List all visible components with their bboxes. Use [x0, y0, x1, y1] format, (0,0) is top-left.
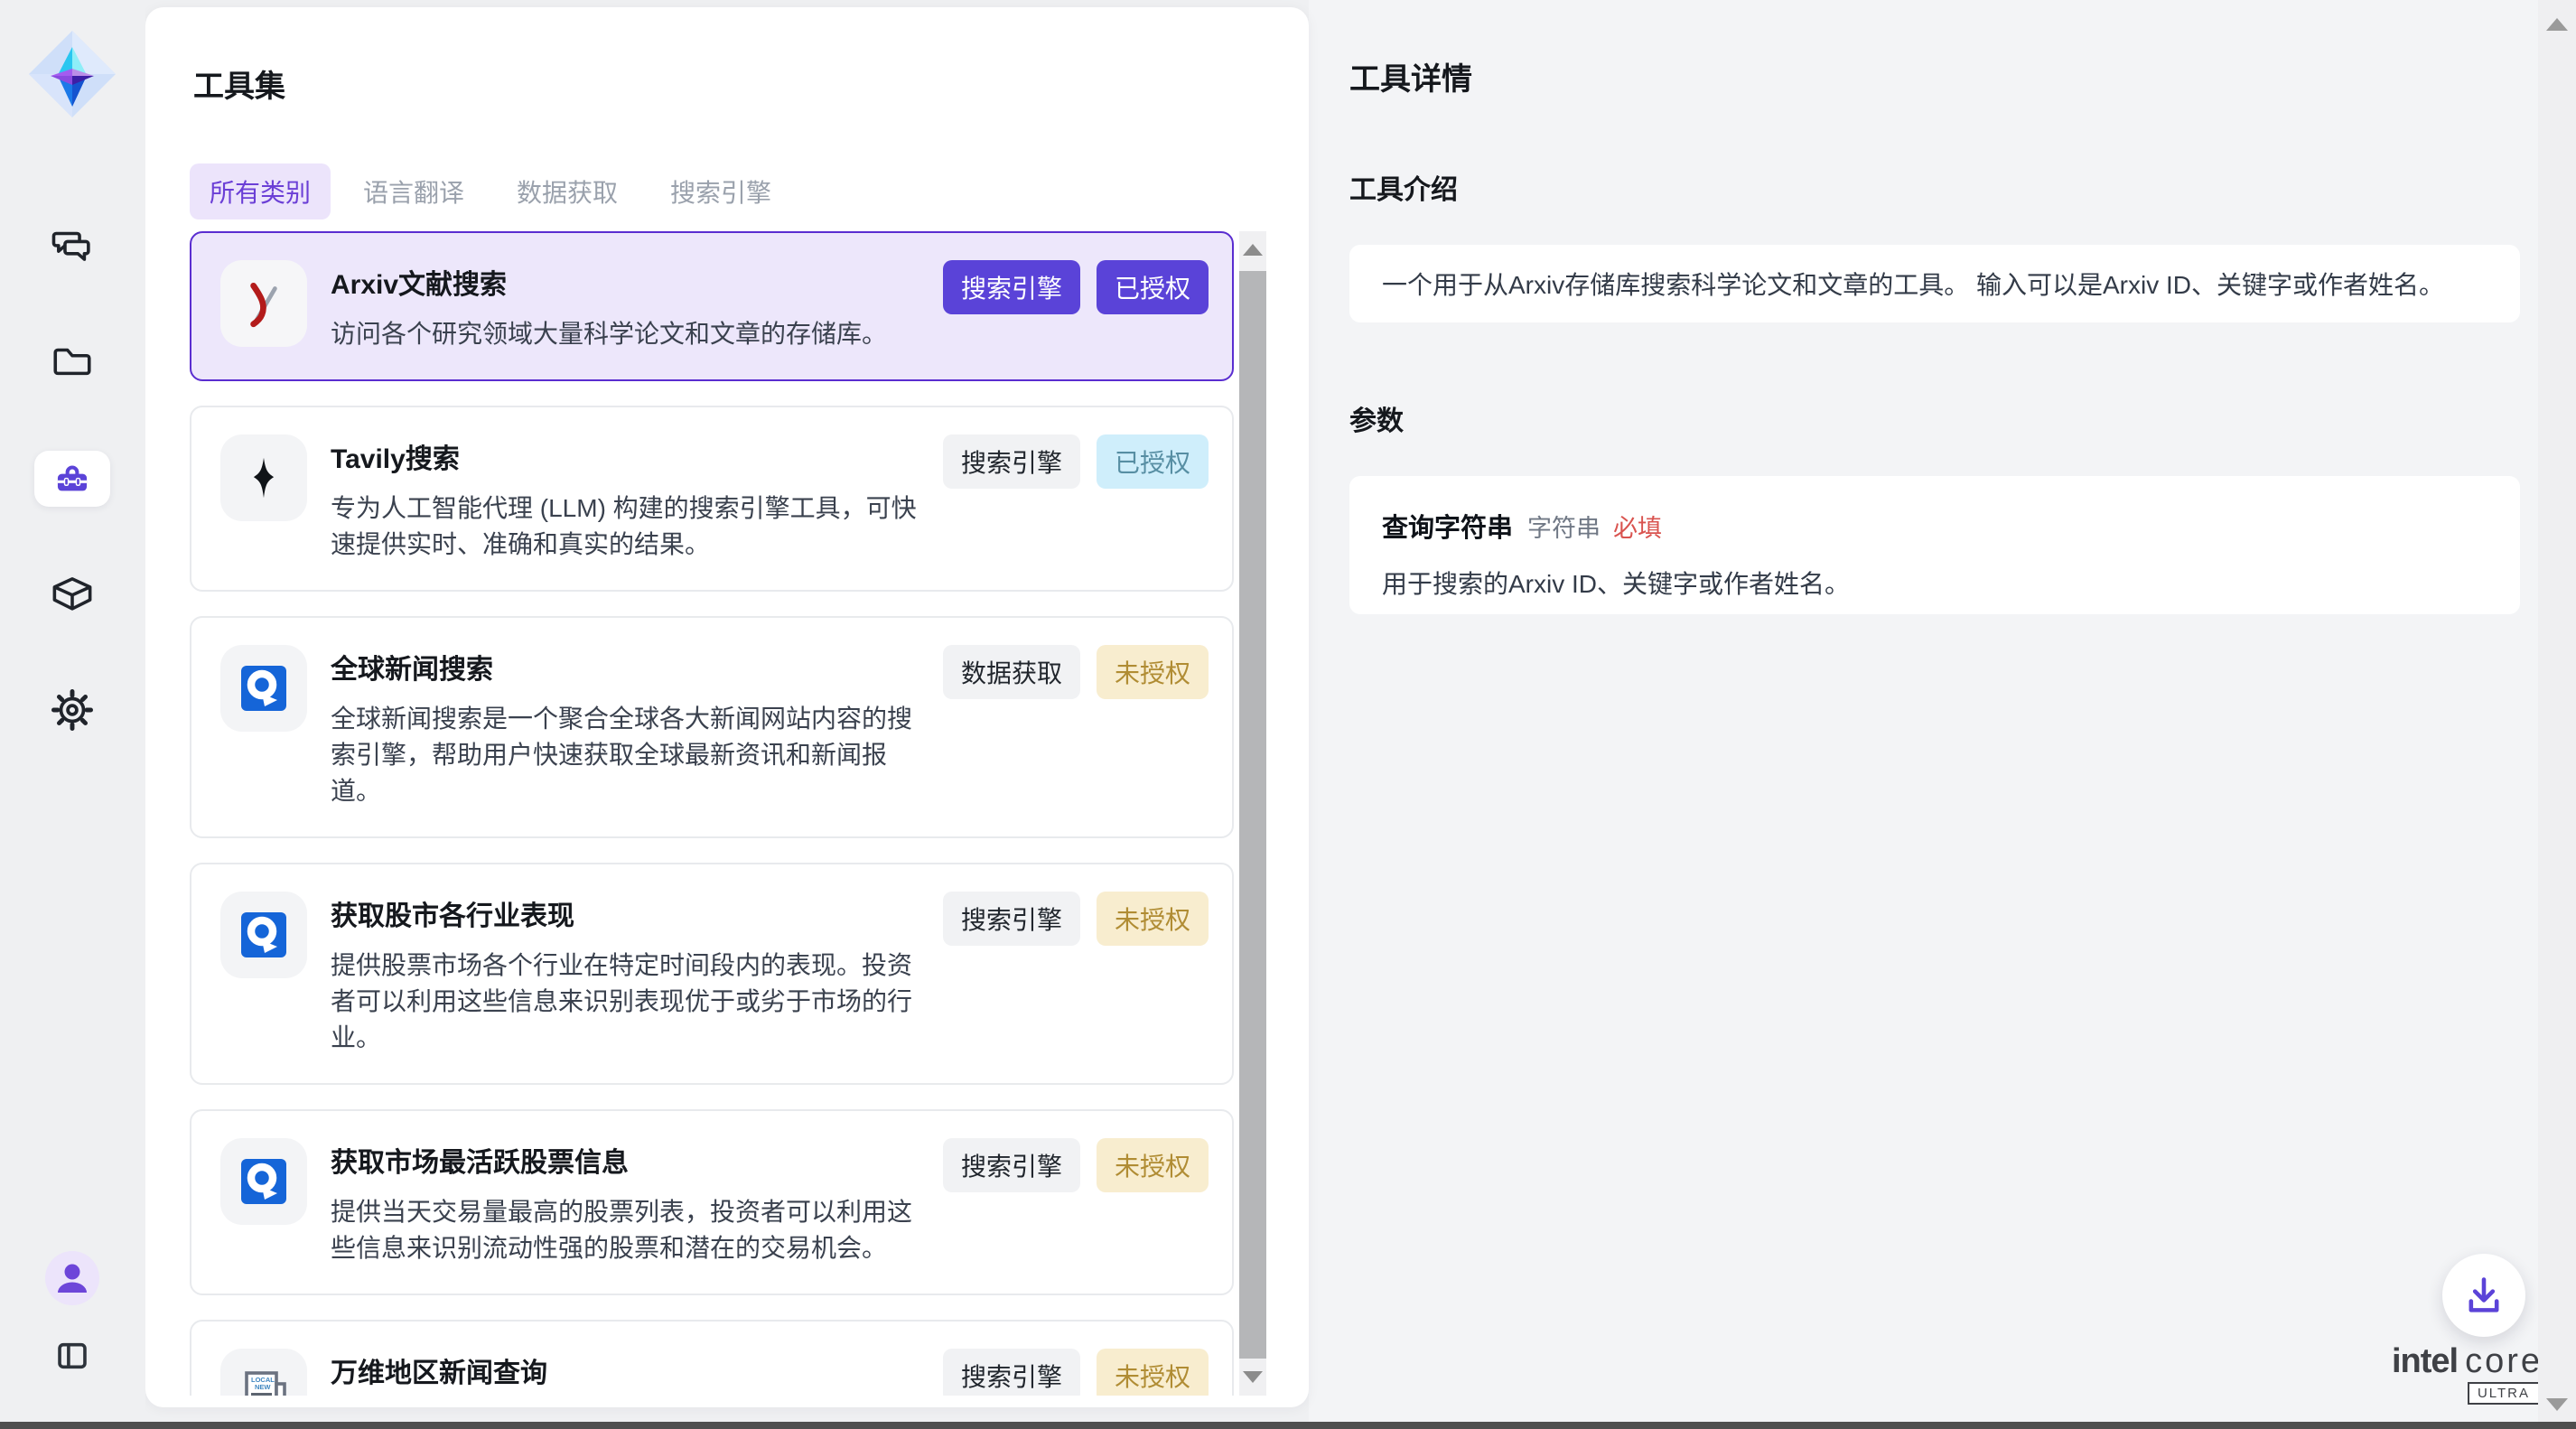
intel-core-ultra-logo: intel core ULTRA [2392, 1342, 2536, 1381]
page-title: 工具集 [193, 61, 285, 106]
category-badge: 搜索引擎 [943, 260, 1080, 314]
chat-icon [50, 222, 95, 267]
collapse-panel-button[interactable] [34, 1328, 110, 1384]
app-logo-icon [27, 29, 117, 119]
sidebar-item-chat[interactable] [34, 217, 110, 273]
toolbox-icon [50, 456, 95, 501]
category-badge: 搜索引擎 [943, 1349, 1080, 1396]
ultra-badge: ULTRA [2468, 1382, 2540, 1405]
intro-heading: 工具介绍 [1349, 167, 2538, 207]
parameter-card: 查询字符串 字符串 必填 用于搜索的Arxiv ID、关键字或作者姓名。 [1349, 476, 2520, 614]
list-item-sector-performance[interactable]: 获取股市各行业表现 提供股票市场各个行业在特定时间段内的表现。投资者可以利用这些… [190, 863, 1234, 1085]
sidebar-item-files[interactable] [34, 333, 110, 389]
scroll-down-arrow-icon[interactable] [2546, 1398, 2568, 1411]
tool-name: 获取市场最活跃股票信息 [331, 1140, 934, 1180]
left-sidebar [0, 0, 145, 1429]
blue-q-app-icon [220, 892, 307, 978]
tool-list-scrollbar[interactable] [1239, 231, 1266, 1396]
scroll-up-arrow-icon[interactable] [1243, 244, 1263, 256]
status-badge: 未授权 [1097, 1138, 1209, 1192]
scroll-up-arrow-icon[interactable] [2546, 18, 2568, 31]
status-badge: 已授权 [1097, 434, 1209, 489]
core-wordmark: core [2465, 1342, 2543, 1381]
blue-q-app-icon [220, 1138, 307, 1225]
scroll-down-arrow-icon[interactable] [1243, 1371, 1263, 1383]
tab-search-engine[interactable]: 搜索引擎 [650, 163, 791, 219]
parameter-name: 查询字符串 [1382, 507, 1513, 545]
window-bottom-edge [0, 1422, 2576, 1429]
list-item-local-news[interactable]: LOCAL NEW 万维地区新闻查询 查询具体行政区划内的新闻，快速了解各地新闻… [190, 1320, 1234, 1396]
tool-description: 提供股票市场各个行业在特定时间段内的表现。投资者可以利用这些信息来识别表现优于或… [331, 948, 934, 1056]
list-item-active-stocks[interactable]: 获取市场最活跃股票信息 提供当天交易量最高的股票列表，投资者可以利用这些信息来识… [190, 1109, 1234, 1295]
list-item-tavily[interactable]: Tavily搜索 专为人工智能代理 (LLM) 构建的搜索引擎工具，可快速提供实… [190, 406, 1234, 592]
intel-wordmark: intel [2392, 1342, 2458, 1381]
sidebar-layout-icon [51, 1335, 93, 1377]
params-heading: 参数 [1349, 398, 2538, 438]
status-badge: 已授权 [1097, 260, 1209, 314]
user-avatar[interactable] [45, 1251, 99, 1305]
category-badge: 搜索引擎 [943, 434, 1080, 489]
intro-card: 一个用于从Arxiv存储库搜索科学论文和文章的工具。 输入可以是Arxiv ID… [1349, 245, 2520, 322]
download-button[interactable] [2442, 1254, 2525, 1337]
scrollbar-thumb[interactable] [1239, 271, 1266, 1359]
local-news-icon: LOCAL NEW [220, 1349, 307, 1396]
blue-q-app-icon [220, 645, 307, 732]
tab-translation[interactable]: 语言翻译 [343, 163, 484, 219]
list-item-global-news[interactable]: 全球新闻搜索 全球新闻搜索是一个聚合全球各大新闻网站内容的搜索引擎，帮助用户快速… [190, 616, 1234, 838]
folder-icon [50, 339, 95, 384]
tool-name: 万维地区新闻查询 [331, 1350, 934, 1390]
tool-name: 全球新闻搜索 [331, 647, 934, 686]
tool-description: 全球新闻搜索是一个聚合全球各大新闻网站内容的搜索引擎，帮助用户快速获取全球最新资… [331, 701, 934, 809]
svg-text:NEW: NEW [255, 1383, 271, 1391]
sparkle-star-icon [220, 434, 307, 521]
toolset-panel: 工具集 所有类别 语言翻译 数据获取 搜索引擎 Arxiv文献搜索 [145, 7, 1309, 1407]
sidebar-item-models[interactable] [34, 565, 110, 621]
category-badge: 数据获取 [943, 645, 1080, 699]
tool-name: 获取股市各行业表现 [331, 893, 934, 933]
category-badge: 搜索引擎 [943, 1138, 1080, 1192]
tool-description: 提供当天交易量最高的股票列表，投资者可以利用这些信息来识别流动性强的股票和潜在的… [331, 1194, 934, 1266]
sidebar-item-settings[interactable] [34, 682, 110, 738]
sidebar-item-tools[interactable] [34, 451, 110, 507]
tab-data-fetch[interactable]: 数据获取 [497, 163, 638, 219]
cube-icon [50, 571, 95, 616]
detail-title: 工具详情 [1349, 54, 2538, 98]
window-scrollbar[interactable] [2538, 0, 2576, 1429]
tool-description: 访问各个研究领域大量科学论文和文章的存储库。 [331, 316, 887, 352]
tool-detail-pane: 工具详情 工具介绍 一个用于从Arxiv存储库搜索科学论文和文章的工具。 输入可… [1309, 0, 2538, 1429]
app-window: 工具集 所有类别 语言翻译 数据获取 搜索引擎 Arxiv文献搜索 [0, 0, 2576, 1429]
download-icon [2464, 1274, 2504, 1317]
status-badge: 未授权 [1097, 892, 1209, 946]
status-badge: 未授权 [1097, 1349, 1209, 1396]
parameter-description: 用于搜索的Arxiv ID、关键字或作者姓名。 [1382, 565, 2487, 601]
list-item-arxiv[interactable]: Arxiv文献搜索 访问各个研究领域大量科学论文和文章的存储库。 搜索引擎 已授… [190, 231, 1234, 381]
arxiv-logo-icon [220, 260, 307, 347]
intro-text: 一个用于从Arxiv存储库搜索科学论文和文章的工具。 输入可以是Arxiv ID… [1382, 266, 2444, 302]
tool-name: Tavily搜索 [331, 436, 934, 476]
required-badge: 必填 [1613, 509, 1662, 544]
parameter-type: 字符串 [1527, 509, 1601, 544]
gear-icon [50, 687, 95, 733]
tool-list: Arxiv文献搜索 访问各个研究领域大量科学论文和文章的存储库。 搜索引擎 已授… [190, 231, 1234, 1396]
tool-description: 专为人工智能代理 (LLM) 构建的搜索引擎工具，可快速提供实时、准确和真实的结… [331, 490, 934, 563]
tab-all-categories[interactable]: 所有类别 [190, 163, 331, 219]
category-tabs: 所有类别 语言翻译 数据获取 搜索引擎 [190, 163, 791, 219]
category-badge: 搜索引擎 [943, 892, 1080, 946]
status-badge: 未授权 [1097, 645, 1209, 699]
tool-name: Arxiv文献搜索 [331, 262, 887, 302]
